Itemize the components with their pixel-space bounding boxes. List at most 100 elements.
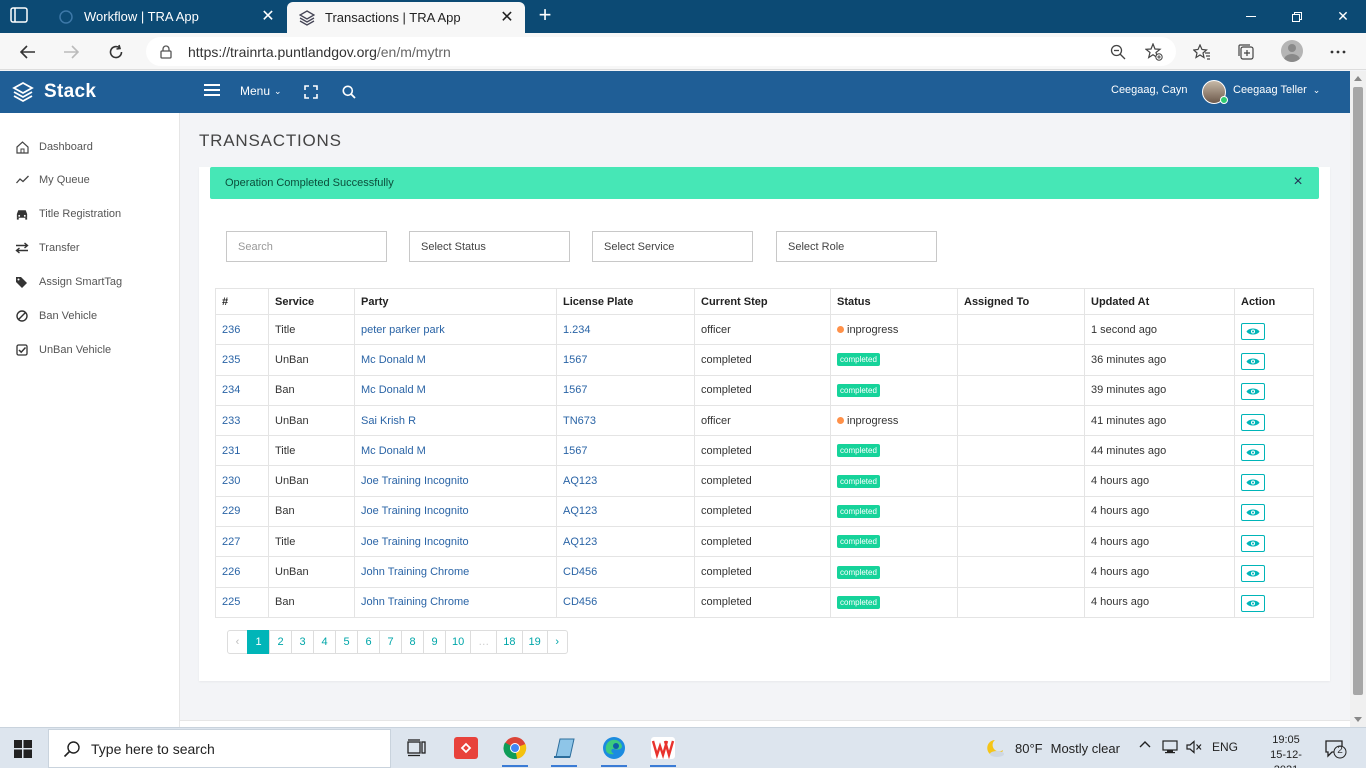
close-icon[interactable]: ×: [1291, 174, 1305, 190]
party-link[interactable]: Joe Training Incognito: [361, 536, 469, 548]
view-button[interactable]: [1241, 534, 1265, 552]
system-clock[interactable]: 19:05 15-12-2021: [1260, 733, 1312, 768]
license-plate-link[interactable]: 1567: [563, 354, 587, 366]
taskbar-app-chrome[interactable]: [502, 736, 528, 767]
start-button[interactable]: [14, 740, 32, 758]
scroll-up-icon[interactable]: [1354, 76, 1362, 81]
search-input[interactable]: [226, 231, 387, 262]
view-button[interactable]: [1241, 565, 1265, 583]
pagination-page[interactable]: 5: [335, 630, 358, 654]
sidebar-toggle-button[interactable]: [204, 83, 220, 101]
task-view-button[interactable]: [404, 736, 430, 760]
scroll-down-icon[interactable]: [1354, 717, 1362, 722]
weather-widget[interactable]: 80°F Mostly clear: [985, 738, 1120, 758]
license-plate-link[interactable]: CD456: [563, 566, 597, 578]
url-field[interactable]: https://trainrta.puntlandgov.org/en/m/my…: [146, 37, 1176, 66]
page-scrollbar[interactable]: [1350, 71, 1366, 727]
refresh-button[interactable]: [103, 39, 129, 65]
view-button[interactable]: [1241, 504, 1265, 522]
sidebar-item-title-registration[interactable]: Title Registration: [0, 199, 180, 229]
party-link[interactable]: Mc Donald M: [361, 354, 426, 366]
column-header-status[interactable]: Status: [830, 288, 958, 315]
transaction-id-link[interactable]: 225: [222, 596, 240, 608]
column-header-id[interactable]: #: [215, 288, 269, 315]
tab-close-icon[interactable]: ✕: [499, 9, 515, 26]
favorites-button[interactable]: [1191, 41, 1213, 63]
view-button[interactable]: [1241, 413, 1265, 431]
party-link[interactable]: peter parker park: [361, 324, 445, 336]
pagination-page[interactable]: 4: [313, 630, 336, 654]
transaction-id-link[interactable]: 236: [222, 324, 240, 336]
column-header-service[interactable]: Service: [268, 288, 355, 315]
license-plate-link[interactable]: AQ123: [563, 505, 597, 517]
profile-avatar-button[interactable]: [1281, 40, 1303, 62]
license-plate-link[interactable]: 1567: [563, 384, 587, 396]
pagination-page[interactable]: 9: [423, 630, 446, 654]
transaction-id-link[interactable]: 229: [222, 505, 240, 517]
sidebar-item-unban-vehicle[interactable]: UnBan Vehicle: [0, 335, 180, 365]
browser-tab-transactions[interactable]: Transactions | TRA App ✕: [287, 2, 525, 33]
column-header-current-step[interactable]: Current Step: [694, 288, 831, 315]
taskbar-app-git[interactable]: [453, 736, 479, 760]
transaction-id-link[interactable]: 234: [222, 384, 240, 396]
license-plate-link[interactable]: 1567: [563, 445, 587, 457]
view-button[interactable]: [1241, 443, 1265, 461]
party-link[interactable]: Mc Donald M: [361, 445, 426, 457]
column-header-assigned-to[interactable]: Assigned To: [957, 288, 1085, 315]
view-button[interactable]: [1241, 352, 1265, 370]
party-link[interactable]: Mc Donald M: [361, 384, 426, 396]
view-button[interactable]: [1241, 595, 1265, 613]
sidebar-item-dashboard[interactable]: Dashboard: [0, 132, 180, 162]
pagination-page[interactable]: 19: [521, 630, 548, 654]
party-link[interactable]: John Training Chrome: [361, 566, 469, 578]
sidebar-item-ban-vehicle[interactable]: Ban Vehicle: [0, 301, 180, 331]
fullscreen-button[interactable]: [304, 85, 318, 99]
service-select[interactable]: Select Service: [592, 231, 753, 262]
restore-button[interactable]: [1274, 0, 1320, 33]
notification-center-button[interactable]: 2: [1325, 739, 1347, 759]
pagination-page[interactable]: 7: [379, 630, 402, 654]
sidebar-item-transfer[interactable]: Transfer: [0, 233, 180, 263]
collections-button[interactable]: [1235, 41, 1257, 63]
settings-more-button[interactable]: [1327, 41, 1349, 63]
zoom-button[interactable]: [1107, 41, 1129, 63]
pagination-page[interactable]: 18: [496, 630, 523, 654]
tab-actions-button[interactable]: [10, 7, 30, 25]
view-button[interactable]: [1241, 383, 1265, 401]
pagination-page[interactable]: 6: [357, 630, 380, 654]
transaction-id-link[interactable]: 230: [222, 475, 240, 487]
transaction-id-link[interactable]: 233: [222, 415, 240, 427]
party-link[interactable]: Sai Krish R: [361, 415, 416, 427]
close-window-button[interactable]: ✕: [1320, 0, 1366, 33]
view-button[interactable]: [1241, 322, 1265, 340]
pagination-page[interactable]: 2: [269, 630, 292, 654]
taskbar-app-notepad[interactable]: [551, 736, 577, 767]
license-plate-link[interactable]: CD456: [563, 596, 597, 608]
input-language-button[interactable]: ENG: [1212, 740, 1238, 754]
taskbar-app-wps[interactable]: [650, 736, 676, 767]
pagination-prev[interactable]: ‹: [227, 630, 248, 654]
party-link[interactable]: John Training Chrome: [361, 596, 469, 608]
column-header-party[interactable]: Party: [354, 288, 557, 315]
header-search-button[interactable]: [342, 85, 356, 99]
transaction-id-link[interactable]: 227: [222, 536, 240, 548]
column-header-license-plate[interactable]: License Plate: [556, 288, 695, 315]
volume-button[interactable]: [1186, 740, 1202, 754]
browser-tab-workflow[interactable]: Workflow | TRA App ✕: [46, 0, 286, 33]
user-menu-button[interactable]: Ceegaag Teller ⌄: [1233, 84, 1320, 96]
scrollbar-thumb[interactable]: [1353, 87, 1363, 695]
forward-button[interactable]: [58, 39, 84, 65]
transaction-id-link[interactable]: 231: [222, 445, 240, 457]
pagination-page[interactable]: 1: [247, 630, 270, 654]
back-button[interactable]: [15, 39, 41, 65]
minimize-button[interactable]: [1228, 0, 1274, 33]
role-select[interactable]: Select Role: [776, 231, 937, 262]
pagination-page[interactable]: 8: [401, 630, 424, 654]
view-button[interactable]: [1241, 474, 1265, 492]
show-hidden-icons-button[interactable]: [1139, 740, 1151, 748]
column-header-updated-at[interactable]: Updated At: [1084, 288, 1235, 315]
license-plate-link[interactable]: AQ123: [563, 475, 597, 487]
party-link[interactable]: Joe Training Incognito: [361, 475, 469, 487]
new-tab-button[interactable]: +: [534, 4, 556, 28]
sidebar-item-assign-smarttag[interactable]: Assign SmartTag: [0, 267, 180, 297]
